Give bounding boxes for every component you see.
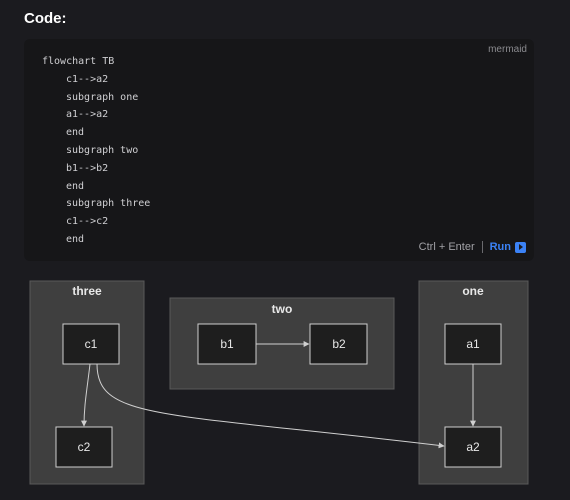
code-line: a1-->a2 [66, 109, 109, 121]
code-line: end [66, 180, 85, 192]
code-line: flowchart TB [42, 56, 115, 67]
cluster-one: one [418, 280, 529, 485]
code-line: b1-->b2 [66, 162, 109, 174]
play-icon [515, 241, 526, 253]
node-a2-label: a2 [466, 440, 480, 454]
code-heading: Code: [24, 10, 67, 27]
page: Code: mermaid flowchart TB c1-->a2 subgr… [0, 0, 570, 500]
node-a2[interactable]: a2 [444, 426, 502, 468]
run-button[interactable]: Run [490, 241, 526, 253]
code-line: end [66, 233, 85, 245]
cluster-three: three [29, 280, 145, 485]
edge-c1-a2 [96, 363, 445, 449]
node-c2-label: c2 [78, 440, 91, 454]
code-line: c1-->a2 [66, 73, 109, 85]
node-b2[interactable]: b2 [309, 323, 368, 365]
node-c1-label: c1 [85, 337, 98, 351]
code-lines[interactable]: flowchart TB c1-->a2 subgraph one a1-->a… [42, 53, 150, 249]
shortcut-hint: Ctrl + Enter [418, 241, 475, 253]
code-block[interactable]: mermaid flowchart TB c1-->a2 subgraph on… [24, 39, 534, 261]
node-b1[interactable]: b1 [197, 323, 257, 365]
cluster-three-label: three [72, 284, 102, 298]
cluster-two-label: two [272, 302, 293, 316]
cluster-two: two [169, 297, 395, 390]
run-label: Run [489, 241, 511, 253]
node-a1-label: a1 [466, 337, 480, 351]
code-line: c1-->c2 [66, 216, 109, 228]
language-badge: mermaid [488, 44, 527, 55]
node-b2-label: b2 [332, 337, 346, 351]
code-line: subgraph two [66, 144, 139, 156]
node-a1[interactable]: a1 [444, 323, 502, 365]
cluster-one-label: one [462, 284, 484, 298]
node-b1-label: b1 [220, 337, 234, 351]
code-line: subgraph one [66, 91, 139, 103]
run-bar: Ctrl + Enter Run [419, 241, 526, 253]
node-c1[interactable]: c1 [62, 323, 120, 365]
node-c2[interactable]: c2 [55, 426, 113, 468]
code-line: end [66, 127, 85, 139]
divider [481, 241, 483, 253]
edge-c1-c2 [81, 363, 91, 427]
code-line: subgraph three [66, 198, 151, 210]
